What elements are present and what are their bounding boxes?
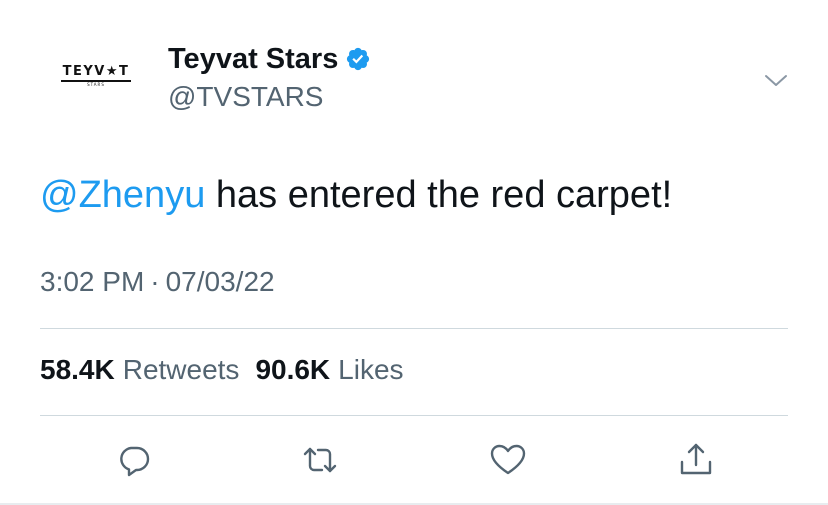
tweet-text: @Zhenyu has entered the red carpet! bbox=[40, 170, 672, 220]
avatar-rule bbox=[61, 80, 131, 82]
like-button[interactable] bbox=[486, 438, 530, 482]
chevron-down-icon[interactable] bbox=[762, 66, 790, 94]
tweet-timestamp[interactable]: 3:02 PM · 07/03/22 bbox=[40, 266, 275, 298]
retweets-count[interactable]: 58.4K bbox=[40, 354, 115, 386]
retweet-button[interactable] bbox=[298, 438, 342, 482]
share-button[interactable] bbox=[674, 438, 718, 482]
tweet-time: 3:02 PM bbox=[40, 266, 145, 297]
tweet-date: 07/03/22 bbox=[165, 266, 275, 297]
divider bbox=[40, 328, 788, 329]
mention-link[interactable]: @Zhenyu bbox=[40, 174, 205, 216]
likes-count[interactable]: 90.6K bbox=[255, 354, 330, 386]
avatar-subtext: STARS bbox=[87, 82, 105, 87]
likes-label[interactable]: Likes bbox=[338, 354, 403, 386]
reply-button[interactable] bbox=[112, 438, 156, 482]
tweet-body: has entered the red carpet! bbox=[205, 174, 673, 216]
retweet-icon bbox=[303, 447, 337, 473]
avatar-wordmark: TEYV★T bbox=[62, 64, 130, 79]
heart-icon bbox=[490, 444, 526, 475]
author-handle[interactable]: @TVSTARS bbox=[168, 81, 323, 113]
tweet-stats: 58.4K Retweets 90.6K Likes bbox=[40, 354, 404, 386]
display-name[interactable]: Teyvat Stars bbox=[168, 43, 338, 76]
divider bbox=[40, 415, 788, 416]
avatar[interactable]: TEYV★T STARS bbox=[42, 40, 150, 112]
author-name-row: Teyvat Stars bbox=[168, 40, 371, 78]
reply-icon bbox=[120, 446, 150, 477]
verified-badge-icon bbox=[345, 46, 371, 72]
share-icon bbox=[680, 443, 712, 475]
timestamp-separator: · bbox=[150, 266, 160, 297]
retweets-label[interactable]: Retweets bbox=[123, 354, 240, 386]
